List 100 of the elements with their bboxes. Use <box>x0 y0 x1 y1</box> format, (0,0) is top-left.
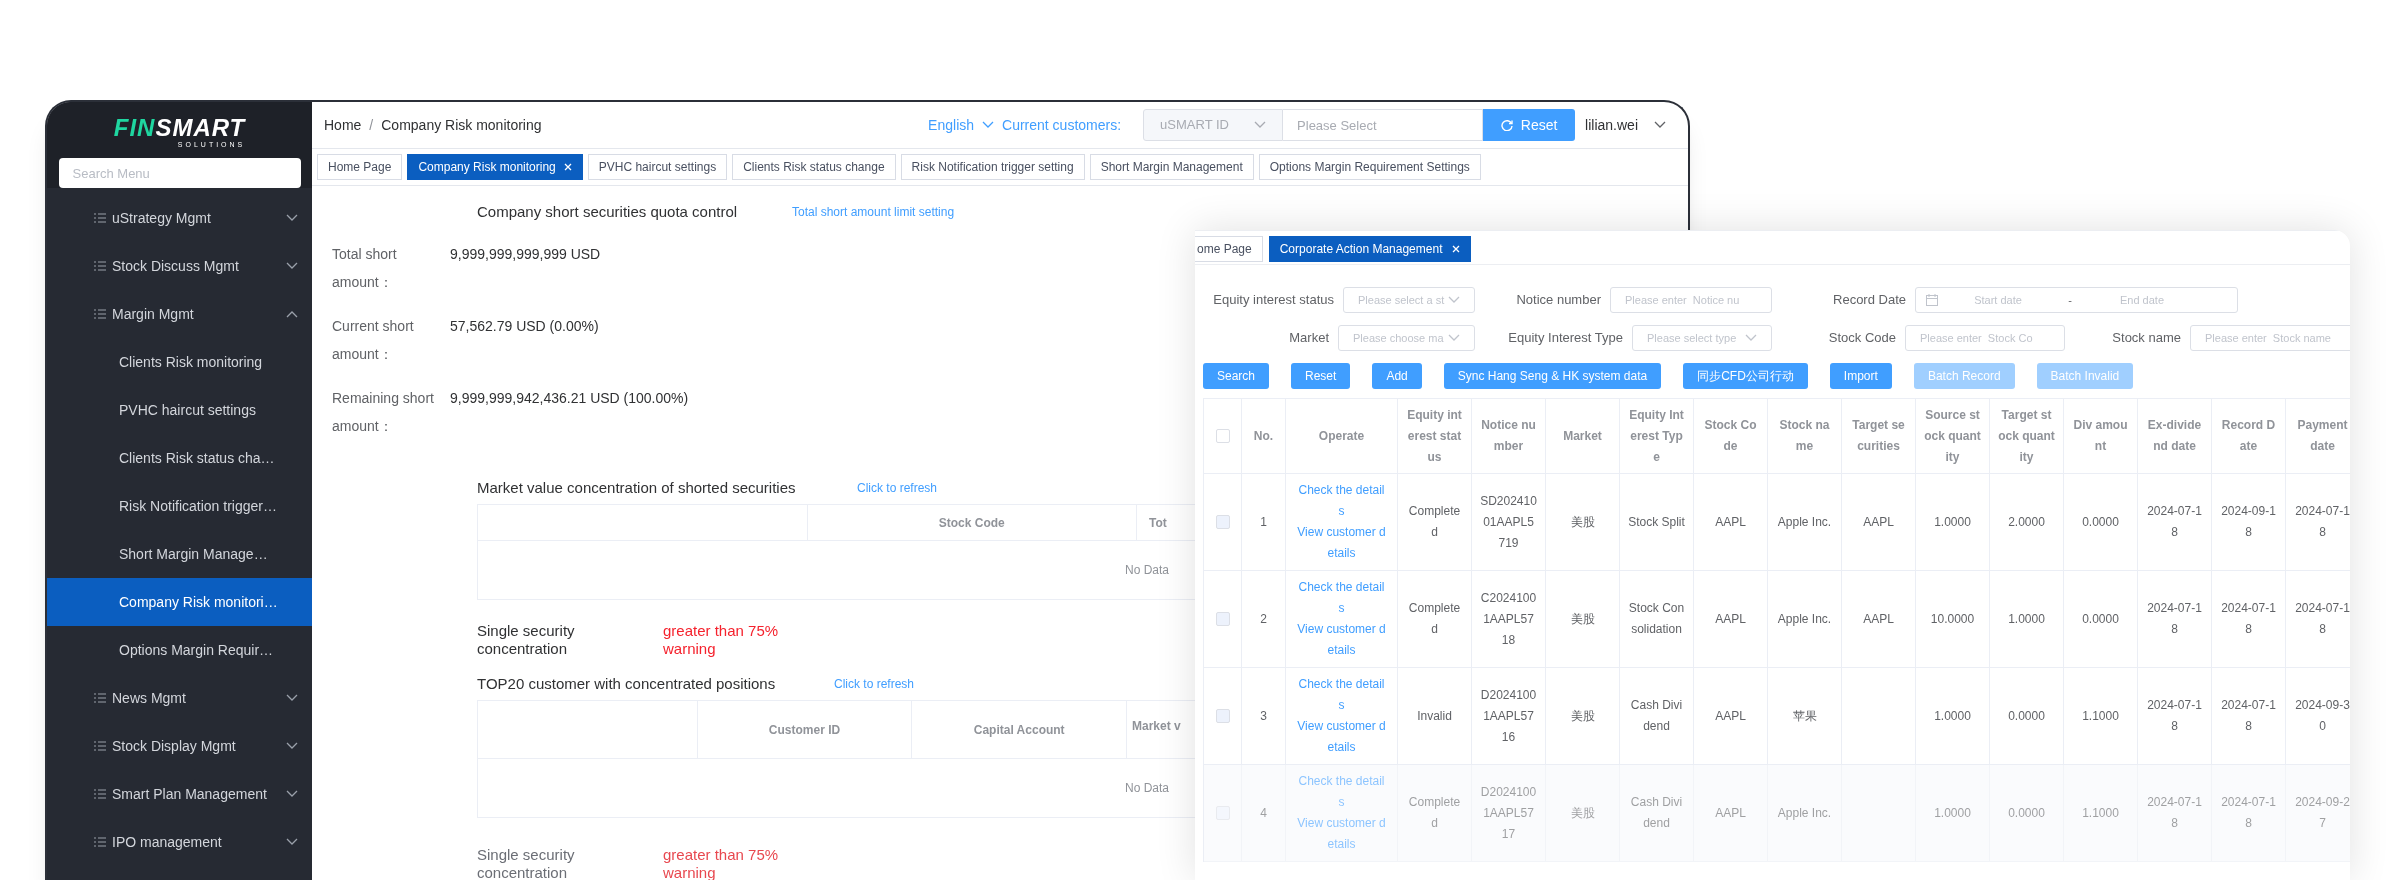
table-cell-text: SD20241001AAPL5719 <box>1480 492 1537 552</box>
table-cell-text: AAPL <box>1715 513 1746 531</box>
table-cell-text: AAPL <box>1715 804 1746 822</box>
submenu-item[interactable]: Risk Notification trigger… <box>47 482 312 530</box>
filter-label: Notice number <box>1515 291 1602 310</box>
stat-value: 9,999,999,942,436.21 USD (100.00%) <box>450 389 689 408</box>
chevron-icon <box>1254 121 1267 129</box>
menu-item[interactable]: Margin Mgmt <box>47 290 312 338</box>
list-icon <box>94 693 106 703</box>
column-header: Operate <box>1318 427 1365 445</box>
table-cell-text: 2024-07-18 <box>2220 794 2277 832</box>
filter-label: Market <box>1288 329 1330 348</box>
table-cell-text: 0.0000 <box>2082 610 2119 628</box>
column-header: Notice number <box>1480 417 1537 455</box>
table-cell-text: Stock Split <box>1628 513 1685 531</box>
menu-item[interactable]: uStrategy Mgmt <box>47 194 312 242</box>
refresh-icon <box>1500 119 1513 131</box>
tab[interactable]: Risk Notification trigger setting <box>900 154 1085 180</box>
table-cell-text: D20241001AAPL5717 <box>1480 783 1537 843</box>
table-cell-text: Completed <box>1407 600 1462 638</box>
current-customers-label: Current customers: <box>1002 115 1122 135</box>
action-button: Batch Invalid <box>2036 363 2134 389</box>
concentration-label: Single security concentration <box>477 846 576 880</box>
tab[interactable]: Clients Risk status change <box>732 154 896 180</box>
list-icon <box>94 837 106 847</box>
tab[interactable]: PVHC haircut settings <box>587 154 728 180</box>
list-icon <box>94 309 106 319</box>
tab[interactable]: Home Page <box>317 154 403 180</box>
table-cell-text: 2024-07-18 <box>2146 503 2203 541</box>
table-cell-text: Apple Inc. <box>1777 804 1832 822</box>
submenu-item[interactable]: PVHC haircut settings <box>47 386 312 434</box>
submenu-item[interactable]: Clients Risk monitoring <box>47 338 312 386</box>
empty-text: No Data <box>1125 562 1169 579</box>
table-cell-text: 2024-09-27 <box>2294 794 2350 832</box>
column-header: Market <box>1563 427 1602 445</box>
stat-label: Total short amount： <box>332 245 398 292</box>
table-cell-text: AAPL <box>1715 610 1746 628</box>
stat-label: Current short amount： <box>332 317 415 364</box>
tab[interactable]: Corporate Action Management <box>1268 235 1472 262</box>
table-cell-text: Stock Consolidation <box>1628 600 1685 638</box>
tab[interactable]: ome Page <box>1195 235 1263 262</box>
column-header: Div amount <box>2072 417 2129 455</box>
submenu-item[interactable]: Options Margin Requir… <box>47 626 312 674</box>
checkbox[interactable] <box>1215 709 1230 723</box>
menu-item[interactable]: News Mgmt <box>47 674 312 722</box>
table-cell-text: Completed <box>1407 503 1462 541</box>
menu-item[interactable]: Stock Display Mgmt <box>47 722 312 770</box>
checkbox[interactable] <box>1215 515 1230 529</box>
table-cell-text: 2024-07-18 <box>2146 794 2203 832</box>
filter-label: Stock Code <box>1827 329 1897 348</box>
section-title: Market value concentration of shorted securities <box>477 477 797 498</box>
table-cell-text: 0.0000 <box>2082 513 2119 531</box>
checkbox[interactable] <box>1215 429 1230 443</box>
stat-value: 57,562.79 USD (0.00%) <box>450 317 599 336</box>
calendar-icon <box>1926 294 1938 306</box>
table-cell-text: AAPL <box>1863 513 1894 531</box>
table-cell-text: 1.0000 <box>1934 707 1971 725</box>
table-cell-text: 2024-07-18 <box>2146 697 2203 735</box>
filter-label: Stock name <box>2111 329 2182 348</box>
submenu-item[interactable]: Short Margin Manage… <box>47 530 312 578</box>
table-cell-text: 2024-07-18 <box>2146 600 2203 638</box>
column-header: Equity interest status <box>1406 406 1463 466</box>
column-header: Customer ID <box>768 721 841 739</box>
menu-item[interactable]: Stock Discuss Mgmt <box>47 242 312 290</box>
tab[interactable]: Short Margin Management <box>1089 154 1254 180</box>
breadcrumb-item[interactable]: Company Risk monitoring <box>381 114 542 136</box>
checkbox[interactable] <box>1215 612 1230 626</box>
column-header: Stock Code <box>1703 417 1758 455</box>
column-header: Record Date <box>2220 417 2277 455</box>
table-cell-text: 2024-07-18 <box>2220 697 2277 735</box>
table-cell-text: 美股 <box>1570 804 1595 822</box>
column-header: Market v <box>1132 718 1181 735</box>
breadcrumb-item[interactable]: Home <box>324 114 362 136</box>
section-title: TOP20 customer with concentrated positions <box>477 673 777 694</box>
input-field[interactable]: Please enter Notice nu <box>1610 287 1772 313</box>
menu-item[interactable]: Smart Plan Management <box>47 770 312 818</box>
chevron-icon <box>1654 121 1666 129</box>
table-cell-text: AAPL <box>1863 610 1894 628</box>
submenu-item[interactable]: Clients Risk status cha… <box>47 434 312 482</box>
input-field[interactable]: Please enter Stock Co <box>1905 325 2065 351</box>
column-header: Ex-dividend date <box>2146 417 2203 455</box>
table-cell-text: Invalid <box>1417 707 1452 725</box>
warning-text: greater than 75% warning <box>663 622 780 658</box>
list-icon <box>94 213 106 223</box>
date-range-field[interactable]: Start date - End date <box>1915 287 2238 313</box>
chevron-icon <box>1745 334 1757 342</box>
chevron-icon <box>982 121 995 129</box>
section-title: Company short securities quota control <box>477 201 739 222</box>
search-field[interactable]: Search Menu <box>58 158 301 188</box>
table-cell-text: 2 <box>1260 610 1267 628</box>
customer-field[interactable]: Please Select <box>1283 109 1484 141</box>
tab[interactable]: Options Margin Requirement Settings <box>1258 154 1481 180</box>
submenu-item[interactable]: Company Risk monitori… <box>47 578 312 626</box>
input-field[interactable]: Please enter Stock name <box>2190 325 2350 351</box>
menu-item[interactable]: IPO management <box>47 818 312 866</box>
user-menu[interactable]: lilian.wei <box>1585 114 1666 136</box>
tab[interactable]: Company Risk monitoring <box>407 154 583 180</box>
table-cell-text: 1.0000 <box>1934 513 1971 531</box>
table-cell-text: 2.0000 <box>2008 513 2045 531</box>
table-cell-text: 1.1000 <box>2082 804 2119 822</box>
